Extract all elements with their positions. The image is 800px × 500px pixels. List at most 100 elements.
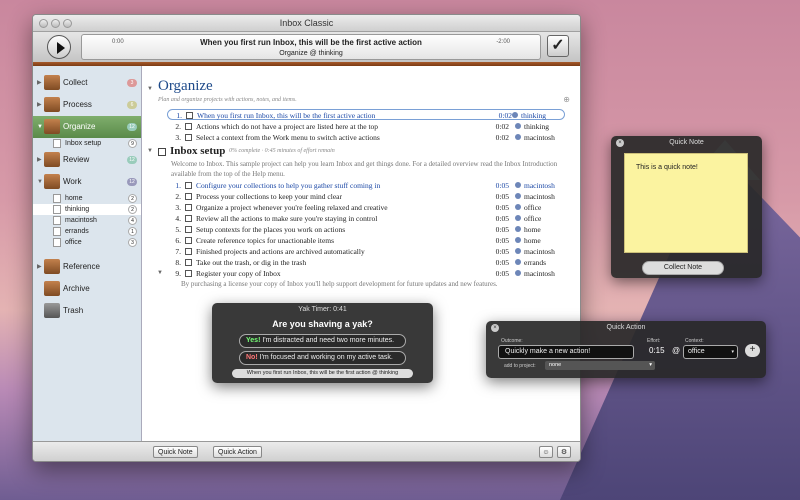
action-context[interactable]: home (515, 224, 541, 235)
action-row[interactable]: 1. Configure your collections to help you… (171, 180, 561, 191)
quick-action-button[interactable]: Quick Action (213, 446, 262, 458)
action-context[interactable]: macintosh (515, 132, 555, 143)
action-checkbox[interactable] (185, 193, 192, 200)
sidebar-item-archive[interactable]: Archive (33, 278, 141, 300)
add-action-button[interactable]: + (745, 344, 760, 357)
action-row[interactable]: 8. Take out the trash, or dig in the tras… (171, 257, 561, 268)
sidebar-subitem-home[interactable]: home 2 (33, 193, 141, 204)
action-row[interactable]: 5. Setup contexts for the places you work… (171, 224, 561, 235)
action-checkbox[interactable] (185, 182, 192, 189)
sidebar: ▶ Collect 3 ▶ Process 6 ▼ Organize 12 Inbox se… (33, 66, 142, 441)
sidebar-item-review[interactable]: ▶ Review 12 (33, 149, 141, 171)
action-row[interactable]: 6. Create reference topics for unactionab… (171, 235, 561, 246)
action-row[interactable]: 4. Review all the actions to make sure yo… (171, 213, 561, 224)
collapse-triangle-icon[interactable]: ▼ (147, 148, 153, 154)
minimize-window-button[interactable] (51, 19, 60, 28)
action-context[interactable]: macintosh (515, 180, 555, 191)
yes-label: I'm distracted and need two more minutes… (262, 337, 395, 344)
collect-note-button[interactable]: Collect Note (642, 261, 724, 275)
main-window: Inbox Classic 0:00 -2:00 When you first … (32, 14, 581, 462)
action-context[interactable]: macintosh (515, 246, 555, 257)
action-row[interactable]: 9. Register your copy of Inbox 0:05 macinto… (171, 268, 561, 279)
action-context[interactable]: errands (515, 257, 546, 268)
count-badge: 3 (128, 238, 137, 247)
action-context[interactable]: office (515, 202, 541, 213)
sidebar-item-label: Trash (63, 306, 84, 315)
sidebar-subitem-thinking[interactable]: thinking 2 (33, 204, 141, 215)
action-duration: 0:05 (495, 247, 509, 256)
play-button[interactable] (47, 35, 71, 59)
action-checkbox[interactable] (185, 123, 192, 130)
collapse-triangle-icon[interactable]: ▼ (157, 270, 163, 276)
action-checkbox[interactable] (185, 226, 192, 233)
action-checkbox[interactable] (185, 204, 192, 211)
status-bar: Quick Note Quick Action ☺ ⚙ (33, 441, 580, 461)
sidebar-item-work[interactable]: ▼ Work 12 (33, 171, 141, 193)
action-checkbox[interactable] (186, 112, 193, 119)
action-duration: 0:02 (498, 111, 512, 120)
sidebar-subitem-office[interactable]: office 3 (33, 237, 141, 248)
action-row[interactable]: 2. Process your collections to keep your … (171, 191, 561, 202)
close-icon[interactable]: × (491, 324, 499, 332)
complete-checkmark-button[interactable]: ✓ (547, 35, 569, 57)
action-checkbox[interactable] (185, 248, 192, 255)
disclosure-triangle-icon[interactable]: ▶ (37, 149, 42, 171)
sidebar-item-trash[interactable]: Trash (33, 300, 141, 322)
action-row[interactable]: 1. When you first run Inbox, this will be… (167, 109, 565, 120)
context-icon (53, 227, 61, 236)
disclosure-triangle-icon[interactable]: ▶ (37, 94, 42, 116)
add-icon[interactable]: ⊕ (563, 95, 570, 104)
at-sign: @ (672, 346, 681, 355)
project-checkbox[interactable] (158, 148, 166, 156)
close-window-button[interactable] (39, 19, 48, 28)
settings-icon[interactable]: ⚙ (557, 446, 571, 458)
action-checkbox[interactable] (185, 134, 192, 141)
action-context[interactable]: macintosh (515, 268, 555, 279)
close-icon[interactable]: × (616, 139, 624, 147)
disclosure-triangle-icon[interactable]: ▼ (37, 171, 43, 193)
action-checkbox[interactable] (185, 215, 192, 222)
action-context[interactable]: home (515, 235, 541, 246)
effort-input[interactable]: 0:15 (649, 345, 665, 357)
action-context[interactable]: macintosh (515, 191, 555, 202)
action-context[interactable]: office (515, 213, 541, 224)
action-context[interactable]: thinking (512, 110, 546, 121)
action-row[interactable]: 3. Organize a project whenever you're fee… (171, 202, 561, 213)
action-row[interactable]: 2. Actions which do not have a project ar… (171, 121, 561, 132)
action-duration: 0:02 (495, 122, 509, 131)
sidebar-item-label: Review (63, 155, 90, 164)
sidebar-item-reference[interactable]: ▶ Reference (33, 256, 141, 278)
sidebar-item-label: office (65, 239, 82, 246)
quick-note-text[interactable]: This is a quick note! (624, 153, 748, 253)
sidebar-item-organize[interactable]: ▼ Organize 12 (33, 116, 141, 138)
zoom-window-button[interactable] (63, 19, 72, 28)
yes-button[interactable]: Yes! I'm distracted and need two more mi… (239, 334, 406, 348)
action-checkbox[interactable] (185, 259, 192, 266)
disclosure-triangle-icon[interactable]: ▶ (37, 256, 42, 278)
collapse-triangle-icon[interactable]: ▼ (147, 86, 153, 92)
quick-note-button[interactable]: Quick Note (153, 446, 198, 458)
action-row[interactable]: 3. Select a context from the Work menu to… (171, 132, 561, 143)
action-checkbox[interactable] (185, 270, 192, 277)
action-checkbox[interactable] (185, 237, 192, 244)
smiley-icon[interactable]: ☺ (539, 446, 553, 458)
disclosure-triangle-icon[interactable]: ▶ (37, 72, 42, 94)
context-select[interactable]: office ▾ (683, 345, 738, 359)
sidebar-subitem-inbox-setup[interactable]: Inbox setup 9 (33, 138, 141, 149)
sidebar-subitem-errands[interactable]: errands 1 (33, 226, 141, 237)
action-duration: 0:05 (495, 269, 509, 278)
row-number: 1. (175, 181, 181, 190)
disclosure-triangle-icon[interactable]: ▼ (37, 116, 43, 138)
sidebar-item-process[interactable]: ▶ Process 6 (33, 94, 141, 116)
project-icon (53, 139, 61, 148)
outcome-input[interactable]: Quickly make a new action! (498, 345, 634, 359)
review-icon (44, 152, 60, 167)
action-context[interactable]: thinking (515, 121, 549, 132)
page-title: Organize (158, 78, 213, 94)
action-text: Finished projects and actions are archiv… (196, 247, 365, 256)
action-row[interactable]: 7. Finished projects and actions are arch… (171, 246, 561, 257)
no-button[interactable]: No! I'm focused and working on my active… (239, 351, 406, 365)
sidebar-item-collect[interactable]: ▶ Collect 3 (33, 72, 141, 94)
sidebar-subitem-macintosh[interactable]: macintosh 4 (33, 215, 141, 226)
project-select[interactable]: none ▾ (545, 361, 655, 370)
